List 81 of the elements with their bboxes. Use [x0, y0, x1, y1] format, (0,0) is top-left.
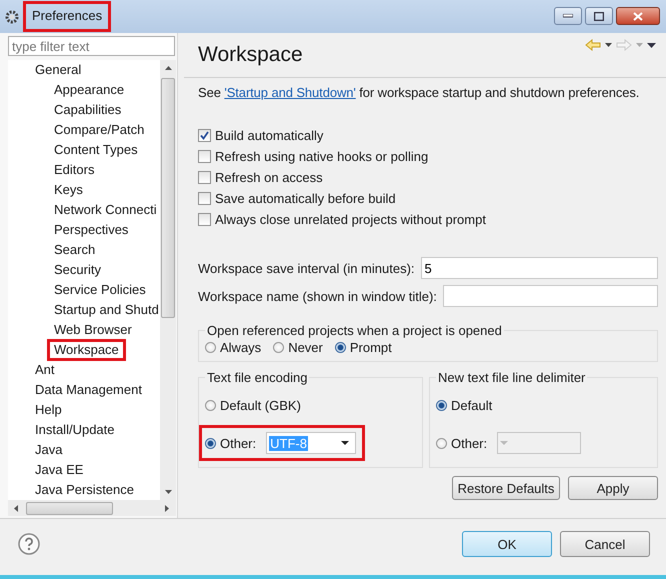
radio-button[interactable]	[436, 400, 447, 410]
group-title: Text file encoding	[206, 370, 308, 385]
gear-icon	[5, 10, 19, 24]
dropdown-icon	[341, 441, 350, 445]
left-arrow-icon	[14, 504, 18, 512]
tree-item[interactable]: Startup and Shutd	[47, 299, 160, 321]
tree-item[interactable]: Help	[28, 399, 69, 421]
tree-item[interactable]: Search	[47, 239, 102, 261]
radio-button[interactable]	[205, 342, 216, 353]
checkbox-label: Save automatically before build	[215, 191, 396, 206]
page-button[interactable]: Apply	[568, 476, 658, 500]
field-label: Workspace name (shown in window title):	[198, 288, 437, 304]
tree-item[interactable]: Data Management	[28, 379, 149, 401]
tree-item[interactable]: Install/Update	[28, 419, 122, 441]
tree-item[interactable]: Capabilities	[47, 99, 128, 121]
dialog-button[interactable]: Cancel	[560, 531, 650, 557]
up-arrow-icon	[164, 66, 172, 70]
group-title: Open referenced projects when a project is opened	[206, 323, 503, 338]
tree-item[interactable]: Ant	[28, 359, 62, 381]
group-title: New text file line delimiter	[437, 370, 586, 385]
tree-item[interactable]: Java EE	[28, 459, 90, 481]
tree-item[interactable]: Perspectives	[47, 219, 136, 241]
field-label: Workspace save interval (in minutes):	[198, 260, 415, 276]
checkbox[interactable]	[198, 150, 211, 163]
tree-item[interactable]: Compare/Patch	[47, 119, 152, 141]
radio-label: Always	[220, 340, 262, 355]
radio-button[interactable]	[205, 400, 216, 410]
checkbox[interactable]	[198, 129, 211, 142]
close-button[interactable]	[616, 7, 660, 25]
horizontal-scrollbar[interactable]	[8, 500, 176, 516]
minimize-icon	[563, 14, 573, 18]
tree-item[interactable]: Keys	[47, 179, 90, 201]
checkbox[interactable]	[198, 213, 211, 226]
menu-icon[interactable]	[647, 42, 656, 48]
maximize-button[interactable]	[585, 7, 613, 25]
tree-item[interactable]: Service Policies	[47, 279, 153, 301]
help-icon[interactable]	[18, 533, 40, 555]
tree-item[interactable]: Network Connecti	[47, 199, 160, 221]
tree-item[interactable]: Java Persistence	[28, 479, 141, 500]
scroll-thumb[interactable]	[161, 78, 175, 318]
radio-label: Never	[288, 340, 323, 355]
vertical-scrollbar[interactable]	[160, 60, 176, 500]
page-title: Workspace	[198, 43, 303, 67]
tree-item[interactable]: Workspace	[47, 339, 126, 361]
tree-item[interactable]: General	[28, 60, 88, 81]
radio-label: Other:	[220, 436, 256, 450]
dropdown-icon[interactable]	[605, 43, 612, 47]
checkbox-label: Refresh using native hooks or polling	[215, 149, 428, 164]
startup-shutdown-link[interactable]: 'Startup and Shutdown'	[224, 85, 356, 100]
tree-item[interactable]: Security	[47, 259, 108, 281]
filter-field[interactable]: type filter text	[8, 36, 175, 56]
close-icon	[633, 12, 643, 20]
dialog-button[interactable]: OK	[462, 531, 552, 557]
checkbox[interactable]	[198, 171, 211, 184]
radio-button[interactable]	[205, 438, 216, 448]
description-text: See 'Startup and Shutdown' for workspace startup and shutdown preferences.	[198, 85, 640, 100]
radio-label: Other:	[451, 436, 488, 450]
radio-label: Prompt	[350, 340, 392, 355]
tree-item[interactable]: Appearance	[47, 79, 132, 101]
maximize-icon	[594, 12, 604, 20]
checkbox-label: Always close unrelated projects without prompt	[215, 212, 486, 227]
checkbox-label: Refresh on access	[215, 170, 323, 185]
checkbox[interactable]	[198, 192, 211, 205]
page-button[interactable]: Restore Defaults	[452, 476, 560, 500]
radio-button[interactable]	[273, 342, 284, 353]
tree-item[interactable]: Web Browser	[47, 319, 139, 341]
radio-label: Default	[451, 398, 492, 412]
right-arrow-icon	[165, 504, 169, 512]
radio-button[interactable]	[334, 342, 346, 353]
tree-item[interactable]: Editors	[47, 159, 102, 181]
window-title: Preferences	[23, 1, 112, 32]
text-field[interactable]	[442, 285, 658, 307]
down-arrow-icon	[164, 490, 172, 494]
minimize-button[interactable]	[554, 7, 582, 25]
tree-item[interactable]: Java	[28, 439, 70, 461]
dropdown-icon	[500, 441, 508, 445]
checkbox-label: Build automatically	[215, 128, 324, 143]
tree-item[interactable]: Content Types	[47, 139, 145, 161]
radio-label: Default (GBK)	[220, 398, 301, 412]
scroll-thumb[interactable]	[26, 502, 113, 514]
text-field[interactable]: 5	[420, 257, 658, 279]
